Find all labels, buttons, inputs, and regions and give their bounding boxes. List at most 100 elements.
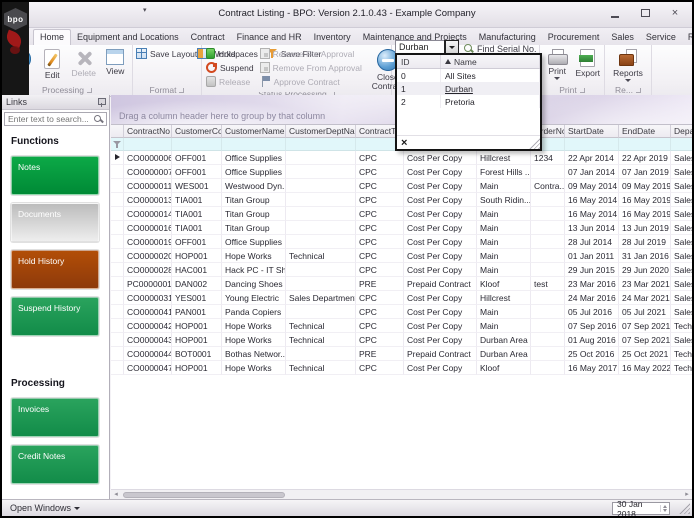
grid-cell[interactable]: Office Supplies ... bbox=[222, 165, 286, 179]
grid-cell[interactable]: CO0000028 bbox=[124, 263, 172, 277]
column-header-contractno[interactable]: ContractNo bbox=[124, 125, 172, 138]
grid-cell[interactable] bbox=[286, 277, 356, 291]
suspend-button[interactable]: Suspend bbox=[206, 61, 254, 74]
grid-cell[interactable]: CPC bbox=[356, 333, 404, 347]
grid-cell[interactable]: TIA001 bbox=[172, 221, 222, 235]
grid-cell[interactable]: Sales bbox=[671, 333, 692, 347]
grid-cell[interactable]: Cost Per Copy bbox=[404, 263, 477, 277]
grid-cell[interactable]: Main bbox=[477, 235, 531, 249]
grid-cell[interactable]: Contra... bbox=[531, 179, 565, 193]
dialog-launcher-icon[interactable] bbox=[635, 87, 641, 93]
scrollbar-thumb[interactable] bbox=[123, 491, 285, 498]
grid-cell[interactable]: Cost Per Copy bbox=[404, 333, 477, 347]
grid-cell[interactable]: Technical bbox=[286, 319, 356, 333]
sidebar-button-notes[interactable]: Notes bbox=[11, 156, 99, 195]
column-header-id[interactable]: ID bbox=[397, 55, 441, 68]
pin-icon[interactable] bbox=[97, 97, 106, 107]
table-row[interactable]: PC0000001 DAN002 Dancing Shoes PRE Prepaid C… bbox=[111, 277, 692, 291]
tab-procurement[interactable]: Procurement bbox=[542, 30, 606, 45]
grid-cell[interactable]: Hillcrest bbox=[477, 151, 531, 165]
edit-button[interactable]: Edit bbox=[38, 47, 68, 80]
grid-cell[interactable]: 07 Jan 2014 bbox=[565, 165, 619, 179]
grid-cell[interactable]: Techn bbox=[671, 361, 692, 375]
grid-cell[interactable]: 25 Oct 2021 bbox=[619, 347, 671, 361]
grid-cell[interactable]: Main bbox=[477, 207, 531, 221]
grid-cell[interactable]: CPC bbox=[356, 193, 404, 207]
grid-cell[interactable]: CO0000007 bbox=[124, 165, 172, 179]
site-selector-dropdown-button[interactable] bbox=[444, 40, 459, 54]
grid-cell[interactable]: Cost Per Copy bbox=[404, 305, 477, 319]
grid-cell[interactable]: Main bbox=[477, 249, 531, 263]
grid-cell[interactable]: Sales bbox=[671, 235, 692, 249]
grid-cell[interactable]: 28 Jul 2019 bbox=[619, 235, 671, 249]
grid-cell[interactable]: Prepaid Contract bbox=[404, 347, 477, 361]
grid-cell[interactable]: CO0000011 bbox=[124, 179, 172, 193]
grid-cell[interactable]: YES001 bbox=[172, 291, 222, 305]
grid-cell[interactable] bbox=[531, 193, 565, 207]
grid-cell[interactable]: Main bbox=[477, 305, 531, 319]
window-resize-grip-icon[interactable] bbox=[679, 503, 690, 514]
table-row[interactable]: CO0000044 BOT0001 Bothas Networ... PRE Prepa… bbox=[111, 347, 692, 361]
tab-contract[interactable]: Contract bbox=[185, 30, 231, 45]
grid-cell[interactable]: Sales bbox=[671, 291, 692, 305]
grid-cell[interactable]: Office Supplies ... bbox=[222, 151, 286, 165]
grid-cell[interactable]: Titan Group bbox=[222, 193, 286, 207]
grid-cell[interactable]: CPC bbox=[356, 319, 404, 333]
sidebar-button-hold-history[interactable]: Hold History bbox=[11, 250, 99, 289]
grid-cell[interactable]: CPC bbox=[356, 263, 404, 277]
grid-cell[interactable]: TIA001 bbox=[172, 207, 222, 221]
grid-cell[interactable]: 07 Sep 2016 bbox=[565, 319, 619, 333]
save-layout-button[interactable]: Save Layout bbox=[136, 47, 197, 60]
filter-cell-startdate[interactable] bbox=[565, 138, 619, 151]
grid-cell[interactable]: 07 Sep 2021 bbox=[619, 333, 671, 347]
grid-cell[interactable]: Kloof bbox=[477, 277, 531, 291]
maximize-button[interactable] bbox=[632, 5, 658, 21]
grid-cell[interactable]: TIA001 bbox=[172, 193, 222, 207]
grid-cell[interactable]: Kloof bbox=[477, 361, 531, 375]
grid-cell[interactable]: Cost Per Copy bbox=[404, 179, 477, 193]
grid-cell[interactable] bbox=[531, 305, 565, 319]
grid-cell[interactable]: Hillcrest bbox=[477, 291, 531, 305]
grid-cell[interactable]: Main bbox=[477, 263, 531, 277]
grid-cell[interactable]: Prepaid Contract bbox=[404, 277, 477, 291]
table-row[interactable]: CO0000043 HOP001 Hope Works Technical CPC Cos… bbox=[111, 333, 692, 347]
grid-cell[interactable]: HOP001 bbox=[172, 333, 222, 347]
grid-cell[interactable]: South Ridin... bbox=[477, 193, 531, 207]
grid-cell[interactable]: Titan Group bbox=[222, 207, 286, 221]
reports-button[interactable]: Reports bbox=[611, 47, 645, 83]
view-button[interactable]: View bbox=[101, 47, 131, 76]
grid-cell[interactable]: CO0000020 bbox=[124, 249, 172, 263]
grid-cell[interactable]: 24 Mar 2021 bbox=[619, 291, 671, 305]
grid-cell[interactable] bbox=[286, 221, 356, 235]
filter-cell-col0[interactable] bbox=[111, 138, 124, 151]
grid-cell[interactable]: 01 Aug 2016 bbox=[565, 333, 619, 347]
grid-cell[interactable] bbox=[286, 305, 356, 319]
table-row[interactable]: CO0000007 OFF001 Office Supplies ... CPC Cos… bbox=[111, 165, 692, 179]
grid-cell[interactable] bbox=[531, 263, 565, 277]
grid-cell[interactable]: test bbox=[531, 277, 565, 291]
table-row[interactable]: CO0000028HAC001Hack PC - IT Shop CPCCost … bbox=[111, 263, 692, 277]
tab-sales[interactable]: Sales bbox=[605, 30, 640, 45]
grid-cell[interactable]: Techn bbox=[671, 319, 692, 333]
grid-cell[interactable]: Cost Per Copy bbox=[404, 361, 477, 375]
export-button[interactable]: Export bbox=[574, 47, 603, 78]
table-row[interactable]: CO0000013 TIA001 Titan Group CPC Cost Per Co… bbox=[111, 193, 692, 207]
sidebar-button-suspend-history[interactable]: Suspend History bbox=[11, 297, 99, 336]
grid-cell[interactable]: Sales bbox=[671, 165, 692, 179]
grid-cell[interactable]: Sales bbox=[671, 207, 692, 221]
grid-cell[interactable]: Sales bbox=[671, 151, 692, 165]
grid-cell[interactable]: PRE bbox=[356, 347, 404, 361]
grid-cell[interactable]: OFF001 bbox=[172, 151, 222, 165]
grid-cell[interactable] bbox=[286, 151, 356, 165]
delete-button[interactable]: Delete bbox=[69, 47, 99, 78]
grid-cell[interactable]: CPC bbox=[356, 151, 404, 165]
grid-cell[interactable]: CPC bbox=[356, 305, 404, 319]
site-selector-combo[interactable]: Durban bbox=[395, 40, 459, 54]
grid-cell[interactable]: HAC001 bbox=[172, 263, 222, 277]
grid-cell[interactable]: BOT0001 bbox=[172, 347, 222, 361]
filter-cell-department[interactable] bbox=[671, 138, 692, 151]
grid-cell[interactable] bbox=[286, 207, 356, 221]
grid-cell[interactable]: PAN001 bbox=[172, 305, 222, 319]
column-header-col0[interactable] bbox=[111, 125, 124, 138]
grid-cell[interactable]: 07 Jan 2019 bbox=[619, 165, 671, 179]
